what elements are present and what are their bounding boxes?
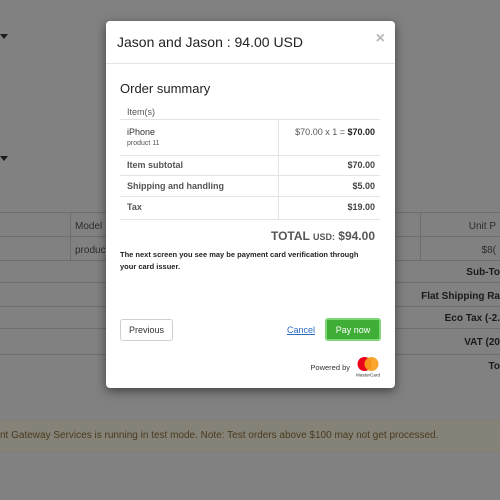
mastercard-logo: MasterCard <box>356 357 380 378</box>
shipping-label: Shipping and handling <box>127 181 224 191</box>
mastercard-wordmark: MasterCard <box>356 373 380 378</box>
divider <box>120 196 380 197</box>
item-quantity-expression: x 1 = <box>322 127 348 137</box>
close-icon[interactable]: × <box>376 30 385 48</box>
previous-button[interactable]: Previous <box>120 319 173 341</box>
divider <box>120 219 380 220</box>
verification-note: The next screen you see may be payment c… <box>120 250 359 271</box>
modal-header: Jason and Jason : 94.00 USD × <box>106 21 395 64</box>
total-label: TOTAL <box>270 229 313 243</box>
total-value: $94.00 <box>334 229 375 243</box>
cancel-link[interactable]: Cancel <box>287 325 315 335</box>
column-divider <box>278 119 279 219</box>
payment-modal: Jason and Jason : 94.00 USD × Order summ… <box>106 21 395 388</box>
item-line-total: $70.00 <box>347 127 375 137</box>
divider <box>120 175 380 176</box>
subtotal-value: $70.00 <box>347 160 375 170</box>
total-currency: USD: <box>312 232 335 242</box>
modal-title: Jason and Jason : 94.00 USD <box>117 34 304 50</box>
item-product-code: product 11 <box>127 140 160 147</box>
divider <box>120 119 380 120</box>
items-header: Item(s) <box>127 107 155 117</box>
mastercard-orange-circle <box>364 357 379 371</box>
tax-value: $19.00 <box>347 202 375 212</box>
powered-by-label: Powered by <box>310 363 350 372</box>
subtotal-label: Item subtotal <box>127 160 184 170</box>
order-total: TOTAL USD: $94.00 <box>271 229 375 243</box>
pay-now-button[interactable]: Pay now <box>325 318 381 341</box>
shipping-value: $5.00 <box>352 181 375 191</box>
item-price-calculation: $70.00 x 1 = $70.00 <box>295 127 375 137</box>
divider <box>120 155 380 156</box>
order-summary-title: Order summary <box>120 81 211 96</box>
tax-label: Tax <box>127 202 142 212</box>
item-name: iPhone <box>127 127 156 137</box>
item-unit-price: $70.00 <box>295 127 323 137</box>
